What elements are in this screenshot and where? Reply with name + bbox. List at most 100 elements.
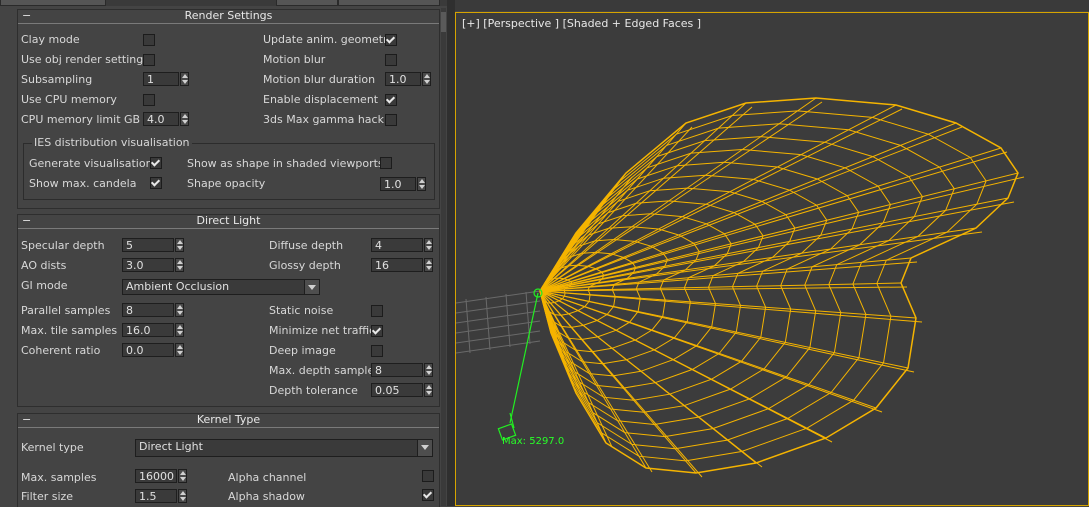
kernel-type-header[interactable]: − Kernel Type (18, 413, 439, 428)
ao-dists-value[interactable]: 3.0 (122, 258, 174, 272)
motion-blur-duration-spinner[interactable]: 1.0 (385, 72, 431, 86)
panel-tab[interactable] (0, 0, 106, 6)
show-max-candela-checkbox[interactable] (150, 177, 162, 189)
wireframe-mesh (539, 97, 1025, 478)
coherent-ratio-value[interactable]: 0.0 (122, 343, 174, 357)
minimize-net-traffic-label: Minimize net traffic (269, 324, 376, 337)
enable-displacement-checkbox[interactable] (385, 94, 397, 106)
viewport-top-strip (455, 0, 1089, 11)
panel-scrollbar[interactable] (441, 8, 446, 506)
max-depth-samples-value[interactable]: 8 (371, 363, 423, 377)
rollout-title: Direct Light (196, 214, 261, 227)
cpu-memory-limit-value[interactable]: 4.0 (143, 112, 179, 126)
clay-mode-checkbox[interactable] (143, 34, 155, 46)
spinner-arrows-icon[interactable] (424, 363, 433, 377)
show-as-shape-checkbox[interactable] (380, 157, 392, 169)
max-tile-samples-spinner[interactable]: 16.0 (122, 323, 184, 337)
spinner-arrows-icon[interactable] (424, 238, 433, 252)
spinner-arrows-icon[interactable] (424, 383, 433, 397)
spinner-arrows-icon[interactable] (175, 343, 184, 357)
deep-image-label: Deep image (269, 344, 336, 357)
show-max-candela-label: Show max. candela (29, 177, 137, 190)
spinner-arrows-icon[interactable] (175, 238, 184, 252)
panel-divider[interactable] (447, 0, 455, 506)
perspective-viewport[interactable]: [+] [Perspective ] [Shaded + Edged Faces… (455, 12, 1089, 506)
max-samples-value[interactable]: 16000 (135, 469, 177, 483)
spinner-arrows-icon[interactable] (180, 112, 189, 126)
ao-dists-label: AO dists (21, 259, 67, 272)
glossy-depth-value[interactable]: 16 (371, 258, 423, 272)
gamma-hack-checkbox[interactable] (385, 114, 397, 126)
spinner-arrows-icon[interactable] (417, 177, 426, 191)
spinner-arrows-icon[interactable] (422, 72, 431, 86)
parallel-samples-spinner[interactable]: 8 (122, 303, 184, 317)
max-tile-samples-value[interactable]: 16.0 (122, 323, 174, 337)
gi-mode-dropdown[interactable]: Ambient Occlusion (122, 279, 320, 295)
max-tile-samples-label: Max. tile samples (21, 324, 118, 337)
scrollbar-thumb[interactable] (441, 12, 446, 32)
shape-opacity-label: Shape opacity (187, 177, 266, 190)
glossy-depth-spinner[interactable]: 16 (371, 258, 433, 272)
max-depth-samples-spinner[interactable]: 8 (371, 363, 433, 377)
generate-visualisation-label: Generate visualisation (29, 157, 153, 170)
filter-size-spinner[interactable]: 1.5 (135, 489, 187, 503)
spinner-arrows-icon[interactable] (175, 323, 184, 337)
coherent-ratio-spinner[interactable]: 0.0 (122, 343, 184, 357)
cpu-memory-limit-label: CPU memory limit GB (21, 113, 141, 126)
spinner-arrows-icon[interactable] (180, 72, 189, 86)
use-cpu-memory-checkbox[interactable] (143, 94, 155, 106)
subsampling-spinner[interactable]: 1 (143, 72, 189, 86)
enable-displacement-label: Enable displacement (263, 93, 379, 106)
generate-visualisation-checkbox[interactable] (150, 157, 162, 169)
panel-tabs (0, 0, 447, 6)
alpha-channel-label: Alpha channel (228, 471, 307, 484)
diffuse-depth-value[interactable]: 4 (371, 238, 423, 252)
depth-tolerance-value[interactable]: 0.05 (371, 383, 423, 397)
render-settings-header[interactable]: − Render Settings (18, 9, 439, 24)
panel-tab[interactable] (338, 0, 440, 6)
rollout-title: Render Settings (184, 9, 273, 22)
use-cpu-memory-label: Use CPU memory (21, 93, 117, 106)
use-obj-render-settings-label: Use obj render settings (21, 53, 149, 66)
subsampling-value[interactable]: 1 (143, 72, 179, 86)
max-samples-spinner[interactable]: 16000 (135, 469, 187, 483)
kernel-type-dropdown[interactable]: Direct Light (135, 439, 433, 457)
spinner-arrows-icon[interactable] (175, 258, 184, 272)
shape-opacity-value[interactable]: 1.0 (380, 177, 416, 191)
diffuse-depth-spinner[interactable]: 4 (371, 238, 433, 252)
shape-opacity-spinner[interactable]: 1.0 (380, 177, 426, 191)
dropdown-arrow-icon[interactable] (417, 440, 432, 456)
gamma-hack-label: 3ds Max gamma hack (263, 113, 384, 126)
gi-mode-value: Ambient Occlusion (126, 280, 230, 293)
parallel-samples-value[interactable]: 8 (122, 303, 174, 317)
use-obj-render-settings-checkbox[interactable] (143, 54, 155, 66)
depth-tolerance-label: Depth tolerance (269, 384, 358, 397)
minimize-net-traffic-checkbox[interactable] (371, 325, 383, 337)
deep-image-checkbox[interactable] (371, 345, 383, 357)
spinner-arrows-icon[interactable] (424, 258, 433, 272)
specular-depth-value[interactable]: 5 (122, 238, 174, 252)
max-samples-label: Max. samples (21, 471, 97, 484)
dropdown-arrow-icon[interactable] (304, 280, 319, 294)
motion-blur-duration-value[interactable]: 1.0 (385, 72, 421, 86)
alpha-shadow-checkbox[interactable] (422, 489, 434, 501)
filter-size-value[interactable]: 1.5 (135, 489, 177, 503)
static-noise-label: Static noise (269, 304, 334, 317)
alpha-channel-checkbox[interactable] (422, 470, 434, 482)
coherent-ratio-label: Coherent ratio (21, 344, 101, 357)
direct-light-header[interactable]: − Direct Light (18, 214, 439, 229)
spinner-arrows-icon[interactable] (178, 469, 187, 483)
panel-tab[interactable] (276, 0, 338, 6)
ao-dists-spinner[interactable]: 3.0 (122, 258, 184, 272)
update-anim-geometry-checkbox[interactable] (385, 34, 397, 46)
cpu-memory-limit-spinner[interactable]: 4.0 (143, 112, 189, 126)
subsampling-label: Subsampling (21, 73, 93, 86)
static-noise-checkbox[interactable] (371, 305, 383, 317)
specular-depth-spinner[interactable]: 5 (122, 238, 184, 252)
clay-mode-label: Clay mode (21, 33, 80, 46)
kernel-type-label: Kernel type (21, 441, 84, 454)
spinner-arrows-icon[interactable] (175, 303, 184, 317)
depth-tolerance-spinner[interactable]: 0.05 (371, 383, 433, 397)
motion-blur-checkbox[interactable] (385, 54, 397, 66)
spinner-arrows-icon[interactable] (178, 489, 187, 503)
